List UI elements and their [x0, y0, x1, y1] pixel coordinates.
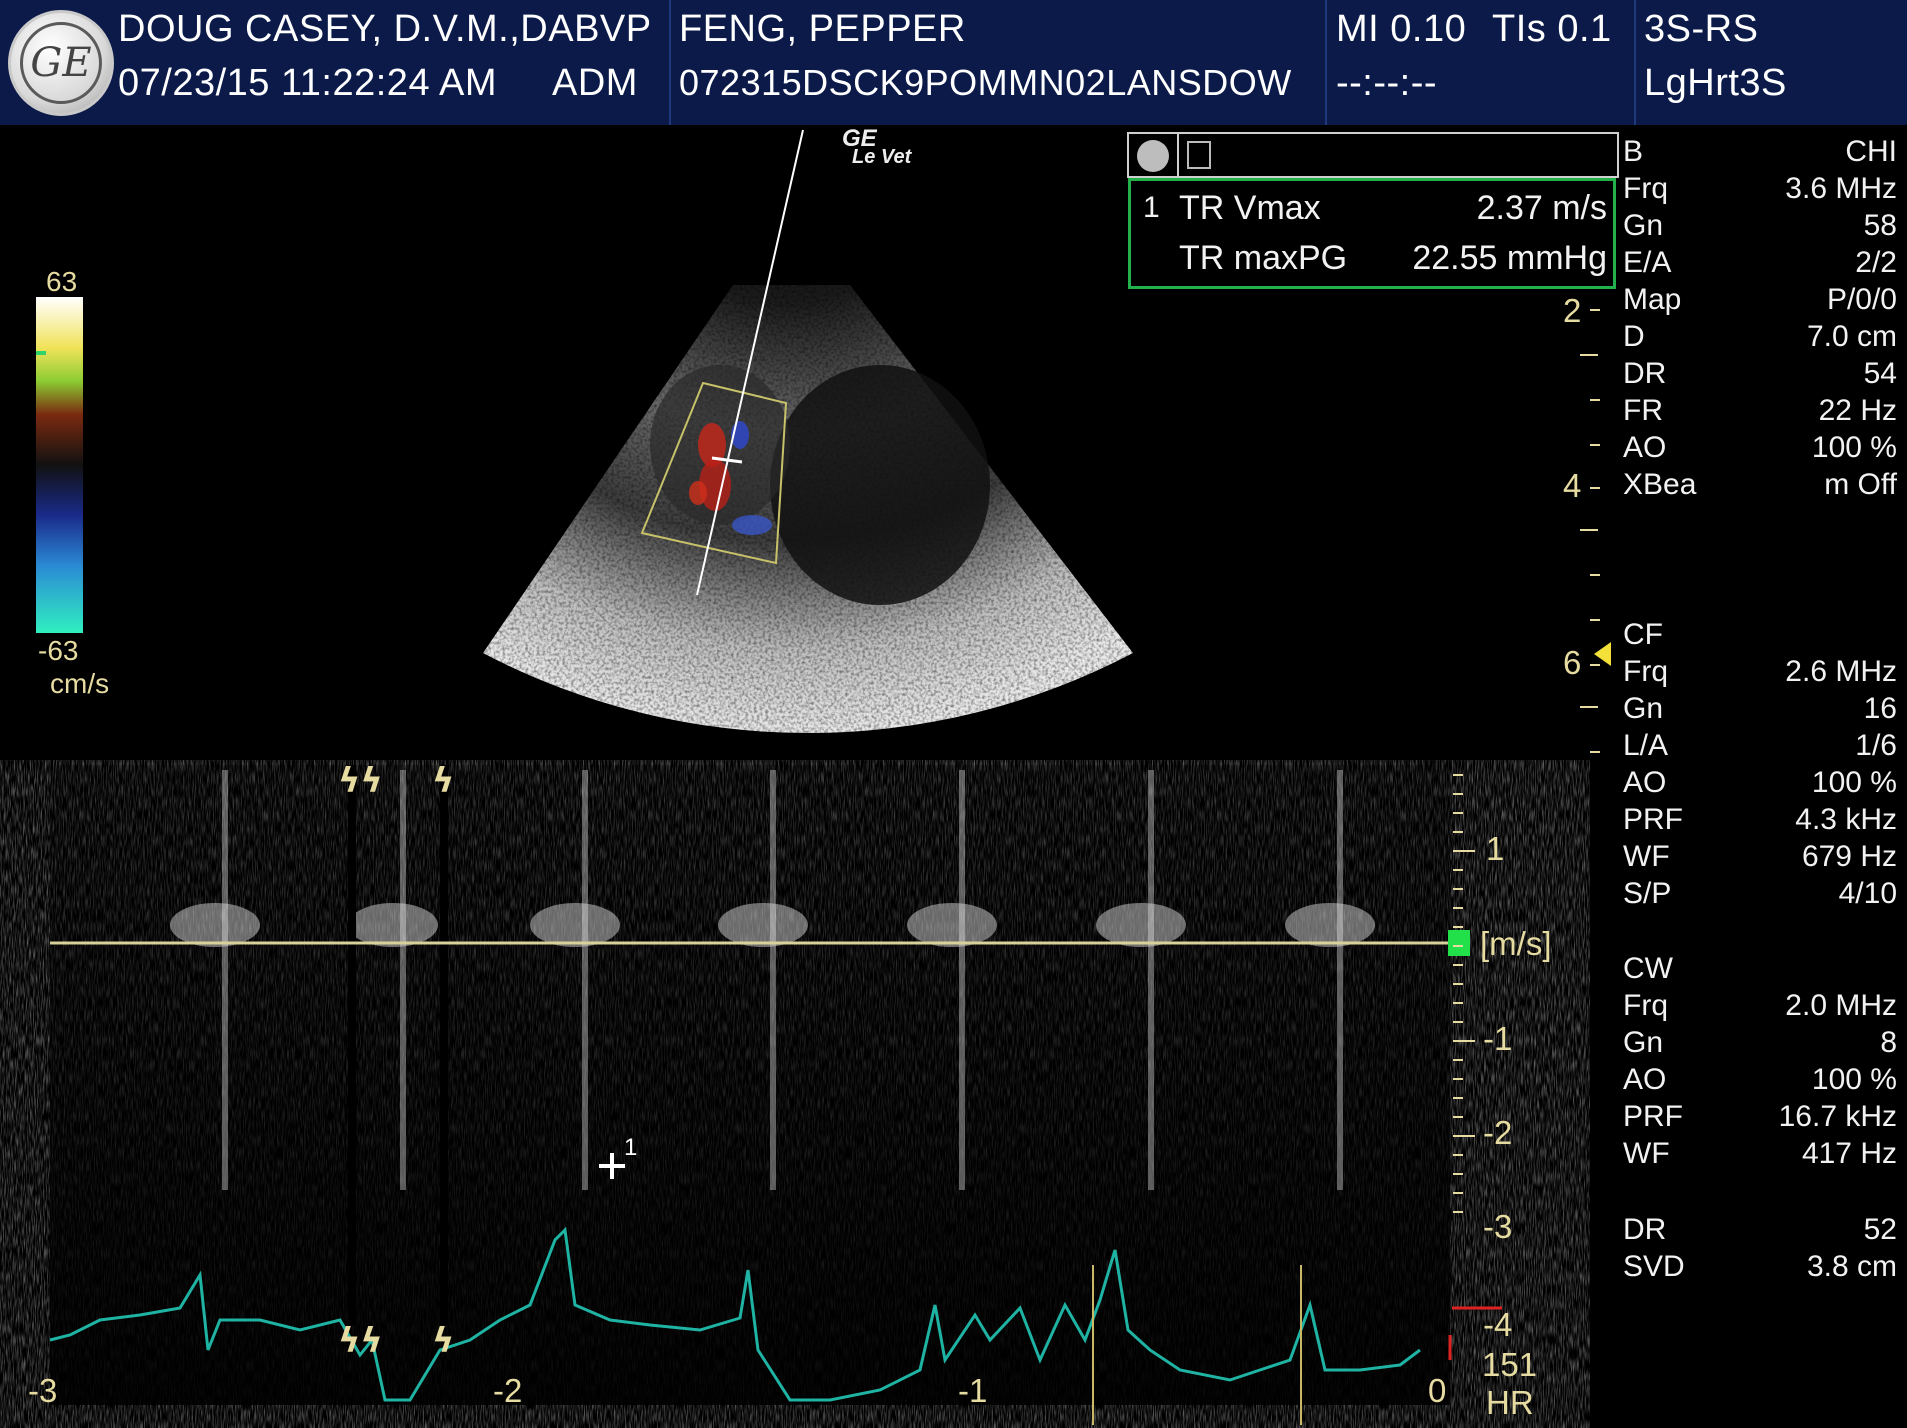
- spectral-doppler-display: ϟϟ ϟ ϟϟ ϟ: [49, 761, 1502, 1425]
- preset-name: LgHrt3S: [1644, 62, 1787, 104]
- param-value: 100 %: [1811, 431, 1897, 464]
- time-tick-label: -3: [28, 1372, 58, 1409]
- param-key: Gn: [1623, 692, 1664, 725]
- caliper-index: 1: [624, 1134, 638, 1161]
- param-key: B: [1623, 135, 1644, 168]
- param-value: 2/2: [1855, 246, 1897, 279]
- depth-label: 4: [1563, 467, 1582, 504]
- dropout-band: [348, 765, 356, 1325]
- param-key: DR: [1623, 357, 1667, 390]
- param-value: 2.6 MHz: [1785, 655, 1897, 688]
- param-key: Map: [1623, 283, 1682, 316]
- color-velocity-bar: [36, 297, 83, 633]
- param-key: Gn: [1623, 209, 1664, 242]
- spectral-envelope: [348, 903, 438, 947]
- record-icon[interactable]: [1137, 140, 1169, 172]
- param-value: m Off: [1824, 468, 1897, 501]
- param-key: D: [1623, 320, 1645, 353]
- spectral-envelope: [718, 903, 808, 947]
- param-value: 3.6 MHz: [1785, 172, 1897, 205]
- measurement-index: 1: [1143, 191, 1160, 224]
- colorbar-bottom-label: -63: [38, 635, 79, 666]
- param-value: CHI: [1845, 135, 1897, 168]
- mi-value: MI 0.10: [1336, 8, 1467, 50]
- spectral-envelope: [1096, 903, 1186, 947]
- colorbar-top-label: 63: [46, 266, 78, 297]
- spectral-envelope: [1285, 903, 1375, 947]
- heart-rate-value: 151: [1482, 1346, 1538, 1383]
- param-key: FR: [1623, 394, 1663, 427]
- param-key: XBea: [1623, 468, 1697, 501]
- calculator-icon[interactable]: [1187, 141, 1211, 169]
- heart-rate-label: HR: [1486, 1384, 1534, 1421]
- measurement-label: TR maxPG: [1179, 239, 1348, 277]
- measurement-results-box: 1 TR Vmax 2.37 m/s TR maxPG 22.55 mmHg: [1128, 178, 1616, 289]
- header-bar: GE DOUG CASEY, D.V.M.,DABVP 07/23/15 11:…: [0, 0, 1907, 125]
- measurement-label: TR Vmax: [1179, 189, 1321, 227]
- colorbar-unit: cm/s: [50, 668, 110, 699]
- spectral-spike: [582, 770, 588, 1190]
- param-value: 1/6: [1855, 729, 1897, 762]
- depth-label: 6: [1563, 644, 1582, 681]
- param-key: Frq: [1623, 172, 1668, 205]
- param-key: AO: [1623, 431, 1667, 464]
- param-value: 22 Hz: [1818, 394, 1897, 427]
- param-value: 7.0 cm: [1806, 320, 1897, 353]
- velocity-tick-label: -3: [1483, 1208, 1513, 1245]
- probe-name: 3S-RS: [1644, 8, 1759, 50]
- time-tick-label: -2: [493, 1372, 523, 1409]
- measurement-value: 2.37 m/s: [1476, 189, 1607, 227]
- spectral-spike: [222, 770, 228, 1190]
- ge-logo-icon: GE: [8, 10, 114, 116]
- spectral-spike: [770, 770, 776, 1190]
- spectral-spike: [1337, 770, 1343, 1190]
- param-key: Frq: [1623, 655, 1668, 688]
- baseline-marker[interactable]: [1448, 930, 1470, 956]
- dropout-band: [440, 765, 448, 1325]
- focus-marker-icon[interactable]: [1594, 642, 1611, 666]
- tis-value: TIs 0.1: [1492, 8, 1612, 50]
- clinician-name: DOUG CASEY, D.V.M.,DABVP: [118, 8, 652, 50]
- velocity-tick-label: -2: [1483, 1114, 1513, 1151]
- spectral-envelope: [170, 903, 260, 947]
- param-value: P/0/0: [1826, 283, 1897, 316]
- spectral-envelope: [907, 903, 997, 947]
- param-value: 54: [1863, 357, 1897, 390]
- sync-marker-icon: ϟϟ: [338, 1321, 383, 1361]
- velocity-unit: [m/s]: [1480, 925, 1552, 962]
- measurement-toolbar[interactable]: [1127, 132, 1619, 178]
- sync-marker-icon: ϟ: [432, 1321, 454, 1361]
- param-key: E/A: [1623, 246, 1672, 279]
- sync-marker-icon: ϟ: [432, 761, 454, 801]
- operator-id: ADM: [552, 62, 638, 104]
- patient-name: FENG, PEPPER: [679, 8, 966, 50]
- time-tick-label: 0: [1428, 1372, 1447, 1409]
- measurement-value: 22.55 mmHg: [1412, 239, 1607, 277]
- spectral-envelope: [530, 903, 620, 947]
- spectral-spike: [959, 770, 965, 1190]
- time-tick-label: -1: [958, 1372, 988, 1409]
- param-key: CF: [1623, 618, 1663, 651]
- param-value: 58: [1863, 209, 1897, 242]
- bmode-image: [36, 129, 1611, 753]
- depth-label: 2: [1563, 292, 1582, 329]
- velocity-tick-label: 1: [1486, 830, 1505, 867]
- time-field: --:--:--: [1336, 62, 1438, 104]
- param-value: 16: [1863, 692, 1897, 725]
- patient-id: 072315DSCK9POMMN02LANSDOW: [679, 62, 1292, 103]
- ge-levet-watermark: GE Le Vet: [842, 125, 912, 168]
- exam-datetime: 07/23/15 11:22:24 AM: [118, 62, 498, 104]
- sync-marker-icon: ϟϟ: [338, 761, 383, 801]
- velocity-tick-label: -4: [1483, 1306, 1513, 1343]
- velocity-tick-label: -1: [1483, 1020, 1513, 1057]
- spectral-spike: [1148, 770, 1154, 1190]
- param-key: L/A: [1623, 729, 1669, 762]
- spectral-spike: [400, 770, 406, 1190]
